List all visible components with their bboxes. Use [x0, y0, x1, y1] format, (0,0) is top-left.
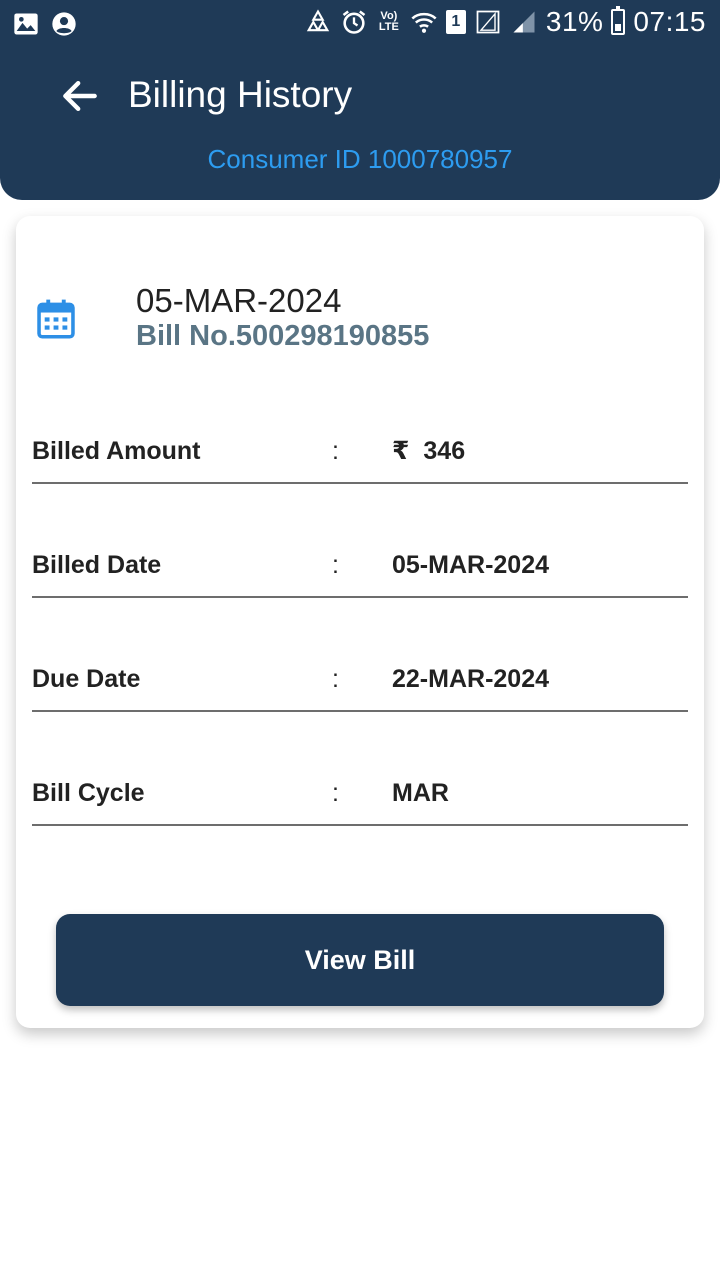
- sim-icon: 1: [445, 10, 466, 34]
- clock: 07:15: [633, 6, 706, 37]
- billed-date-value: 05-MAR-2024: [392, 551, 550, 579]
- status-bar: Vo) LTE 1 31% 07:15: [0, 0, 720, 48]
- arrow-left-icon[interactable]: [58, 74, 102, 118]
- battery-icon: [611, 6, 626, 35]
- billed-date-row: Billed Date : 05-MAR-2024: [32, 484, 688, 598]
- due-date-value: 22-MAR-2024: [392, 665, 550, 693]
- account-icon: [52, 12, 76, 36]
- view-bill-button[interactable]: View Bill: [56, 914, 664, 1006]
- signal-icon: [476, 10, 500, 34]
- recycle-icon: [306, 9, 330, 32]
- bill-cycle-row: Bill Cycle : MAR: [32, 712, 688, 826]
- alarm-icon: [342, 10, 366, 34]
- consumer-id: Consumer ID 1000780957: [207, 144, 513, 174]
- bill-cycle-label: Bill Cycle: [32, 779, 145, 807]
- signal-icon: [513, 11, 535, 33]
- billed-amount-row: Billed Amount : ₹346: [32, 370, 688, 484]
- gallery-icon: [14, 13, 38, 35]
- bill-number: Bill No.500298190855: [136, 320, 430, 352]
- battery-percent: 31%: [545, 6, 604, 37]
- separator-colon: :: [332, 665, 339, 693]
- billed-amount-label: Billed Amount: [32, 437, 201, 465]
- due-date-label: Due Date: [32, 665, 141, 693]
- volte-icon: Vo) LTE: [378, 10, 399, 33]
- bill-card: 05-MAR-2024 Bill No.500298190855 Billed …: [16, 216, 704, 1028]
- separator-colon: :: [332, 437, 339, 465]
- wifi-icon: [411, 12, 437, 33]
- due-date-row: Due Date : 22-MAR-2024: [32, 598, 688, 712]
- calendar-icon: [37, 299, 75, 339]
- app-header: Vo) LTE 1 31% 07:15 Billing History Cons…: [0, 0, 720, 200]
- separator-colon: :: [332, 779, 339, 807]
- separator-colon: :: [332, 551, 339, 579]
- bill-cycle-value: MAR: [392, 779, 449, 807]
- rupee-icon: ₹: [392, 437, 410, 465]
- page-title: Billing History: [128, 74, 353, 115]
- billed-amount-value: ₹346: [392, 436, 465, 466]
- amount: 346: [423, 437, 466, 465]
- bill-date-heading: 05-MAR-2024: [136, 282, 342, 319]
- billed-date-label: Billed Date: [32, 551, 162, 579]
